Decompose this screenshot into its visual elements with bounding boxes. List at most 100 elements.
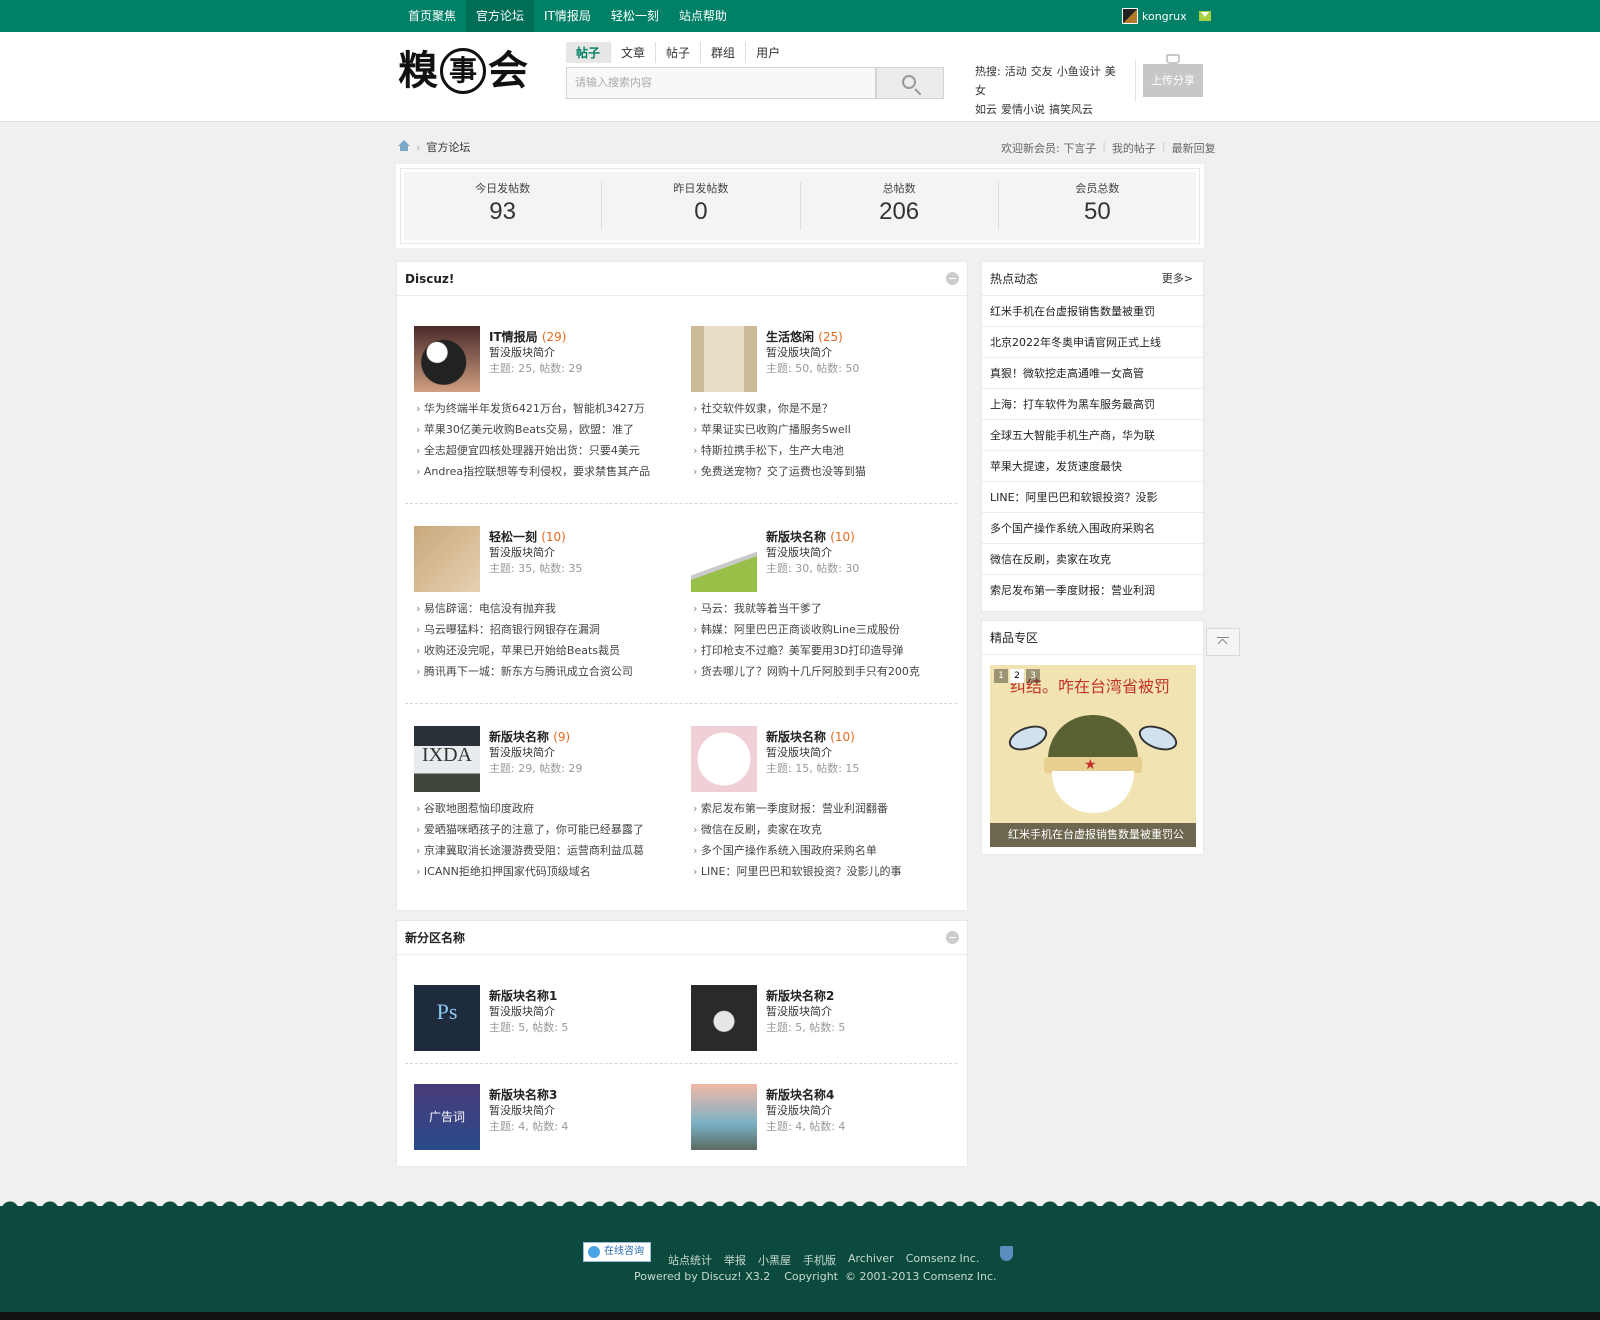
hot-term[interactable]: 交友: [1031, 65, 1053, 78]
thread-link[interactable]: 社交软件奴隶，你是不是？: [693, 398, 963, 419]
forum-thumbnail[interactable]: [691, 326, 757, 392]
forum-name-text[interactable]: 轻松一刻: [489, 530, 537, 544]
forum-thumbnail[interactable]: [414, 526, 480, 592]
slide-caption[interactable]: 红米手机在台虚报销售数量被重罚公: [990, 823, 1196, 847]
footer-link[interactable]: 手机版: [803, 1252, 836, 1268]
slide-dot[interactable]: 2: [1010, 669, 1024, 683]
home-icon[interactable]: [398, 140, 410, 152]
search-tab-groups[interactable]: 群组: [701, 42, 747, 63]
featured-slideshow[interactable]: 纠结。咋在台湾省被罚 1 2 3 ★ 红米手机在台虚报销售数量被重罚公: [990, 665, 1196, 847]
forum-name[interactable]: 生活悠闲 (25): [766, 328, 843, 345]
thread-link[interactable]: ICANN拒绝扣押国家代码顶级域名: [416, 861, 686, 882]
search-input[interactable]: 请输入搜索内容: [566, 67, 876, 99]
nav-item-relax[interactable]: 轻松一刻: [601, 0, 669, 32]
forum-name[interactable]: 新版块名称4: [766, 1086, 834, 1103]
forum-name-text[interactable]: IT情报局: [489, 330, 538, 344]
thread-link[interactable]: 谷歌地图惹恼印度政府: [416, 798, 686, 819]
thread-link[interactable]: 打印枪支不过瘾？美军要用3D打印造导弹: [693, 640, 963, 661]
security-shield-icon[interactable]: [1000, 1246, 1013, 1261]
forum-thumbnail[interactable]: Ps: [414, 985, 480, 1051]
footer-link[interactable]: Archiver: [848, 1252, 894, 1268]
category-title[interactable]: 新分区名称: [405, 931, 465, 945]
search-tab-articles[interactable]: 文章: [611, 42, 657, 63]
nav-item-it[interactable]: IT情报局: [534, 0, 601, 32]
search-tab-users[interactable]: 用户: [746, 42, 790, 63]
thread-link[interactable]: 全志超便宜四核处理器开始出货：只要4美元: [416, 440, 686, 461]
hot-term[interactable]: 爱情小说: [1001, 103, 1045, 116]
more-link[interactable]: 更多>: [1162, 262, 1193, 296]
forum-name-text[interactable]: 新版块名称: [766, 730, 826, 744]
slide-dot[interactable]: 1: [994, 669, 1008, 683]
thread-link[interactable]: 多个国产操作系统入围政府采购名单: [693, 840, 963, 861]
thread-link[interactable]: 马云：我就等着当干爹了: [693, 598, 963, 619]
hot-news-item[interactable]: 多个国产操作系统入围政府采购名: [982, 513, 1203, 544]
footer-link[interactable]: 小黑屋: [758, 1252, 791, 1268]
latest-replies-link[interactable]: 最新回复: [1172, 140, 1216, 156]
user-menu[interactable]: kongrux: [1122, 8, 1211, 24]
nav-item-home[interactable]: 首页聚焦: [398, 0, 466, 32]
breadcrumb-current[interactable]: 官方论坛: [426, 139, 470, 155]
site-logo[interactable]: 糗 事 会: [398, 46, 538, 96]
hot-news-item[interactable]: 索尼发布第一季度财报：营业利润: [982, 575, 1203, 606]
forum-name-text[interactable]: 新版块名称: [489, 730, 549, 744]
thread-link[interactable]: 苹果30亿美元收购Beats交易，欧盟：准了: [416, 419, 686, 440]
search-button[interactable]: [876, 67, 944, 99]
slide-dot[interactable]: 3: [1026, 669, 1040, 683]
thread-link[interactable]: 免费送宠物？交了运费也没等到猫: [693, 461, 963, 482]
search-tab-posts[interactable]: 帖子: [566, 42, 612, 63]
forum-name[interactable]: IT情报局 (29): [489, 328, 566, 345]
hot-news-item[interactable]: 上海：打车软件为黑车服务最高罚: [982, 389, 1203, 420]
nav-item-forum[interactable]: 官方论坛: [466, 0, 535, 32]
footer-link[interactable]: 站点统计: [668, 1252, 712, 1268]
forum-thumbnail[interactable]: [691, 526, 757, 592]
forum-thumbnail[interactable]: [691, 985, 757, 1051]
mail-icon[interactable]: [1198, 11, 1211, 21]
thread-link[interactable]: 索尼发布第一季度财报：营业利润翻番: [693, 798, 963, 819]
footer-link[interactable]: Comsenz Inc.: [906, 1252, 980, 1268]
forum-name[interactable]: 轻松一刻 (10): [489, 528, 566, 545]
thread-link[interactable]: 特斯拉携手松下，生产大电池: [693, 440, 963, 461]
forum-name-text[interactable]: 新版块名称: [766, 530, 826, 544]
hot-news-item[interactable]: 真狠！微软挖走高通唯一女高管: [982, 358, 1203, 389]
avatar[interactable]: [1122, 8, 1138, 24]
forum-thumbnail[interactable]: [414, 326, 480, 392]
forum-name[interactable]: 新版块名称3: [489, 1086, 557, 1103]
hot-news-item[interactable]: 苹果大提速，发货速度最快: [982, 451, 1203, 482]
thread-link[interactable]: 苹果证实已收购广播服务Swell: [693, 419, 963, 440]
forum-thumbnail[interactable]: IXDA: [414, 726, 480, 792]
forum-name[interactable]: 新版块名称 (10): [766, 728, 855, 745]
welcome-new-member[interactable]: 欢迎新会员: 下言子: [1001, 140, 1096, 156]
thread-link[interactable]: Andrea指控联想等专利侵权，要求禁售其产品: [416, 461, 686, 482]
upload-share-button[interactable]: 上传分享: [1143, 64, 1203, 97]
online-consult-button[interactable]: 在线咨询: [583, 1242, 651, 1262]
hot-term[interactable]: 搞笑风云: [1049, 103, 1093, 116]
category-title[interactable]: Discuz!: [405, 272, 454, 286]
collapse-icon[interactable]: [946, 931, 959, 944]
hot-news-item[interactable]: 微信在反刷，卖家在攻克: [982, 544, 1203, 575]
thread-link[interactable]: 收购还没完呢，苹果已开始给Beats裁员: [416, 640, 686, 661]
hot-term[interactable]: 活动: [1005, 65, 1027, 78]
collapse-icon[interactable]: [946, 272, 959, 285]
thread-link[interactable]: 货去哪儿了？网购十几斤阿胶到手只有200克: [693, 661, 963, 682]
thread-link[interactable]: 微信在反刷，卖家在攻克: [693, 819, 963, 840]
search-tab-threads[interactable]: 帖子: [656, 42, 702, 63]
thread-link[interactable]: 爱晒猫咪晒孩子的注意了，你可能已经暴露了: [416, 819, 686, 840]
thread-link[interactable]: 韩媒：阿里巴巴正商谈收购Line三成股份: [693, 619, 963, 640]
hot-news-item[interactable]: 红米手机在台虚报销售数量被重罚: [982, 296, 1203, 327]
hot-news-item[interactable]: LINE：阿里巴巴和软银投资？没影: [982, 482, 1203, 513]
thread-link[interactable]: LINE：阿里巴巴和软银投资？没影儿的事: [693, 861, 963, 882]
thread-link[interactable]: 华为终端半年发货6421万台，智能机3427万: [416, 398, 686, 419]
thread-link[interactable]: 易信辟谣：电信没有抛弃我: [416, 598, 686, 619]
hot-news-item[interactable]: 全球五大智能手机生产商，华为联: [982, 420, 1203, 451]
nav-item-help[interactable]: 站点帮助: [669, 0, 737, 32]
forum-thumbnail[interactable]: 广告词: [414, 1084, 480, 1150]
my-posts-link[interactable]: 我的帖子: [1112, 140, 1156, 156]
username[interactable]: kongrux: [1142, 10, 1187, 23]
thread-link[interactable]: 京津冀取消长途漫游费受阻：运营商利益瓜葛: [416, 840, 686, 861]
forum-name[interactable]: 新版块名称1: [489, 987, 557, 1004]
thread-link[interactable]: 腾讯再下一城：新东方与腾讯成立合资公司: [416, 661, 686, 682]
forum-name[interactable]: 新版块名称 (10): [766, 528, 855, 545]
forum-name[interactable]: 新版块名称2: [766, 987, 834, 1004]
forum-name-text[interactable]: 生活悠闲: [766, 330, 814, 344]
hot-news-item[interactable]: 北京2022年冬奥申请官网正式上线: [982, 327, 1203, 358]
